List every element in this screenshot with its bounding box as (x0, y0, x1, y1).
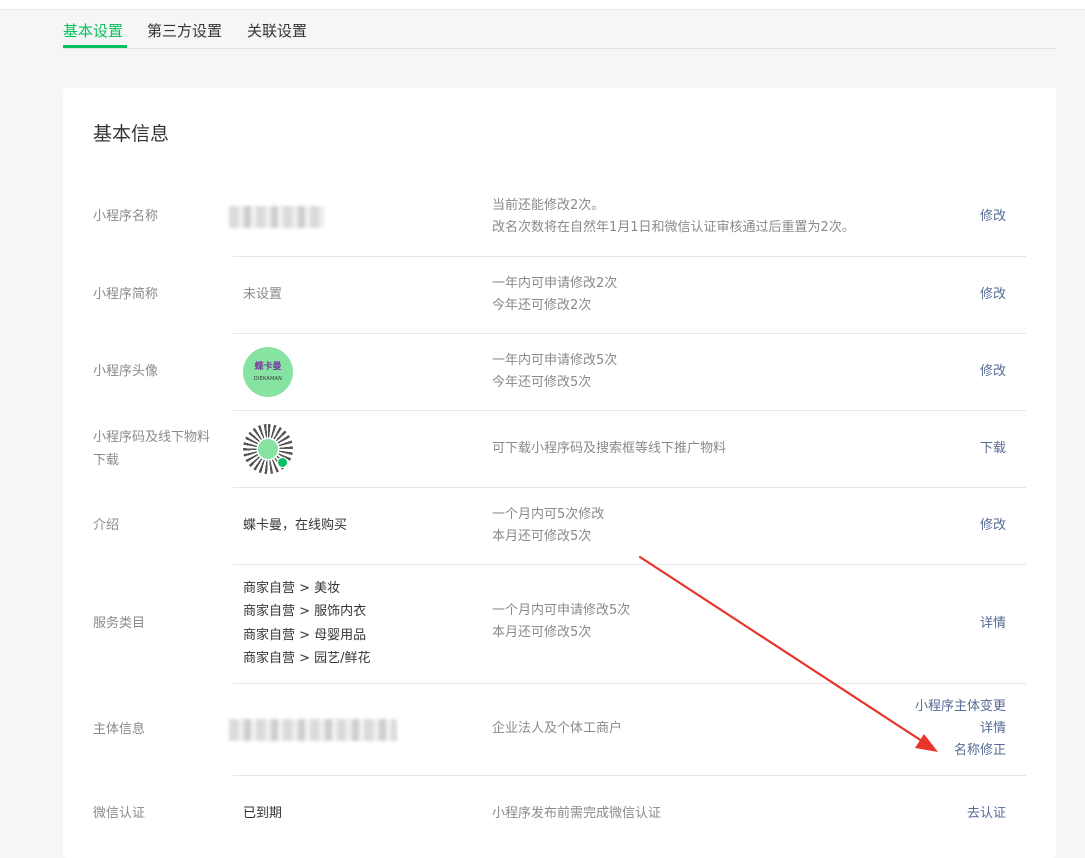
category-item: 商家自营 > 服饰内衣 (243, 604, 367, 619)
label-qrcode-line2: 下载 (93, 453, 120, 468)
label-wechat-verification: 微信认证 (93, 806, 146, 821)
row-intro: 介绍 蝶卡曼，在线购买 一个月内可5次修改 本月还可修改5次 修改 (63, 488, 1056, 565)
label-avatar: 小程序头像 (93, 364, 159, 379)
edit-name-link[interactable]: 修改 (980, 206, 1006, 228)
settings-tabs: 基本设置 第三方设置 关联设置 (63, 19, 1056, 49)
row-short-name: 小程序简称 未设置 一年内可申请修改2次 今年还可修改2次 修改 (63, 257, 1056, 334)
active-tab-indicator (63, 45, 127, 48)
desc-qrcode: 可下载小程序码及搜索框等线下推广物料 (492, 441, 727, 456)
label-short-name: 小程序简称 (93, 287, 159, 302)
intro-value: 蝶卡曼，在线购买 (243, 518, 348, 533)
tab-association-settings[interactable]: 关联设置 (247, 21, 307, 41)
desc-short-line2: 今年还可修改2次 (492, 298, 592, 313)
short-name-value: 未设置 (243, 287, 283, 302)
category-item: 商家自营 > 母婴用品 (243, 628, 367, 643)
avatar-logo: 蝶卡曼 DIEKAMAN (243, 347, 293, 397)
category-details-link[interactable]: 详情 (980, 613, 1006, 635)
row-mini-program-name: 小程序名称 当前还能修改2次。 改名次数将在自然年1月1日和微信认证审核通过后重… (63, 178, 1056, 257)
desc-verification: 小程序发布前需完成微信认证 (492, 806, 662, 821)
desc-name-line1: 当前还能修改2次。 (492, 198, 605, 213)
label-name: 小程序名称 (93, 209, 159, 224)
category-item: 商家自营 > 园艺/鲜花 (243, 651, 371, 666)
desc-avatar-line2: 今年还可修改5次 (492, 375, 592, 390)
desc-category-line1: 一个月内可申请修改5次 (492, 603, 631, 618)
row-avatar: 小程序头像 蝶卡曼 DIEKAMAN 一年内可申请修改5次 今年还可修改5次 修… (63, 334, 1056, 411)
desc-short-line1: 一年内可申请修改2次 (492, 276, 618, 291)
name-correction-link[interactable]: 名称修正 (954, 740, 1006, 762)
go-verify-link[interactable]: 去认证 (967, 803, 1006, 825)
label-entity: 主体信息 (93, 722, 146, 737)
desc-category-line2: 本月还可修改5次 (492, 625, 592, 640)
desc-name-line2: 改名次数将在自然年1月1日和微信认证审核通过后重置为2次。 (492, 220, 855, 235)
qrcode-center-logo (258, 439, 278, 459)
desc-avatar-line1: 一年内可申请修改5次 (492, 353, 618, 368)
entity-change-link[interactable]: 小程序主体变更 (915, 696, 1006, 718)
label-qrcode-line1: 小程序码及线下物料 (93, 430, 211, 445)
desc-intro-line1: 一个月内可5次修改 (492, 507, 605, 522)
wechat-badge-icon (277, 457, 288, 468)
desc-entity: 企业法人及个体工商户 (492, 721, 623, 736)
label-category: 服务类目 (93, 616, 146, 631)
top-bar (0, 0, 1085, 10)
edit-avatar-link[interactable]: 修改 (980, 361, 1006, 383)
download-qrcode-link[interactable]: 下载 (980, 438, 1006, 460)
edit-intro-link[interactable]: 修改 (980, 515, 1006, 537)
edit-short-name-link[interactable]: 修改 (980, 284, 1006, 306)
basic-info-card: 基本信息 小程序名称 当前还能修改2次。 改名次数将在自然年1月1日和微信认证审… (63, 88, 1056, 858)
logo-subtext: DIEKAMAN (253, 376, 283, 382)
row-entity-info: 主体信息 企业法人及个体工商户 小程序主体变更 详情 名称修正 (63, 684, 1056, 776)
qrcode-icon (243, 424, 293, 474)
label-intro: 介绍 (93, 518, 120, 533)
row-wechat-verification: 微信认证 已到期 小程序发布前需完成微信认证 去认证 (63, 776, 1056, 853)
row-service-category: 服务类目 商家自营 > 美妆 商家自营 > 服饰内衣 商家自营 > 母婴用品 商… (63, 565, 1056, 684)
category-item: 商家自营 > 美妆 (243, 581, 341, 596)
tab-basic-settings[interactable]: 基本设置 (63, 21, 123, 41)
verification-status: 已到期 (243, 806, 283, 821)
desc-intro-line2: 本月还可修改5次 (492, 529, 592, 544)
row-qrcode: 小程序码及线下物料 下载 可下载小程序码及搜索框等线下推广物料 下载 (63, 411, 1056, 488)
entity-details-link[interactable]: 详情 (980, 718, 1006, 740)
redacted-name-value (229, 206, 324, 228)
card-title: 基本信息 (93, 123, 170, 145)
tab-third-party-settings[interactable]: 第三方设置 (147, 21, 222, 41)
redacted-entity-value (229, 719, 397, 741)
logo-text: 蝶卡曼 (254, 362, 282, 372)
